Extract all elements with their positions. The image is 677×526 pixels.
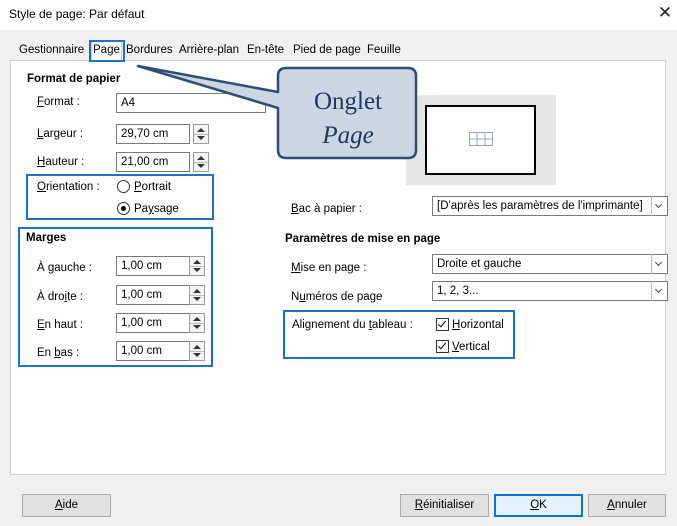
horizontal-checkbox[interactable] xyxy=(436,318,449,331)
margin-left-label: À gauche : xyxy=(37,262,93,274)
page-numbers-label: Numéros de page xyxy=(291,291,383,303)
callout-line1: Onglet xyxy=(313,88,383,115)
margin-bottom-label: En bas : xyxy=(37,347,80,359)
tab-gestionnaire[interactable]: Gestionnaire xyxy=(18,41,85,61)
margin-bottom-spinner[interactable] xyxy=(189,341,205,361)
tab-en-tete[interactable]: En-tête xyxy=(246,41,285,61)
landscape-radio[interactable] xyxy=(117,202,130,215)
paper-tray-select[interactable]: [D'après les paramètres de l'imprimante] xyxy=(432,196,668,216)
page-layout-label: Mise en page : xyxy=(291,262,367,274)
layout-settings-heading: Paramètres de mise en page xyxy=(285,233,441,245)
margins-heading: Marges xyxy=(26,232,67,244)
vertical-checkbox[interactable] xyxy=(436,340,449,353)
tab-feuille[interactable]: Feuille xyxy=(366,41,402,61)
margin-top-label: En haut : xyxy=(37,319,84,331)
paper-tray-label: Bac à papier : xyxy=(291,203,362,215)
tab-pied-de-page[interactable]: Pied de page xyxy=(292,41,362,61)
margin-top-input[interactable]: 1,00 cm xyxy=(116,313,190,333)
cancel-button[interactable]: Annuler xyxy=(588,494,666,517)
height-label: Hauteur : xyxy=(37,156,85,168)
paper-tray-dropdown-icon[interactable] xyxy=(651,196,667,216)
table-alignment-label: Alignement du tableau : xyxy=(292,319,413,331)
margin-left-input[interactable]: 1,00 cm xyxy=(116,256,190,276)
page-numbers-dropdown-icon[interactable] xyxy=(651,281,667,301)
help-button[interactable]: Aide xyxy=(22,494,111,517)
landscape-label[interactable]: Paysage xyxy=(134,203,179,215)
tab-arriere-plan[interactable]: Arrière-plan xyxy=(178,41,240,61)
page-numbers-select[interactable]: 1, 2, 3... xyxy=(432,281,668,301)
margin-right-label: À droite : xyxy=(37,291,84,303)
margin-left-spinner[interactable] xyxy=(189,256,205,276)
table-grid-icon xyxy=(469,132,493,146)
format-label: Format : xyxy=(37,96,80,108)
portrait-label[interactable]: Portrait xyxy=(134,181,171,193)
portrait-radio[interactable] xyxy=(117,180,130,193)
margin-bottom-input[interactable]: 1,00 cm xyxy=(116,341,190,361)
callout-line2: Page xyxy=(322,122,374,149)
horizontal-label[interactable]: Horizontal xyxy=(452,319,504,331)
page-tab-highlight xyxy=(89,40,125,62)
orientation-label: Orientation : xyxy=(37,181,100,193)
margin-right-input[interactable]: 1,00 cm xyxy=(116,285,190,305)
page-preview xyxy=(425,105,536,175)
tab-bordures[interactable]: Bordures xyxy=(125,41,174,61)
paper-format-heading: Format de papier xyxy=(27,73,121,85)
width-label: Largeur : xyxy=(37,128,84,140)
ok-button[interactable]: OK xyxy=(494,494,583,517)
margin-right-spinner[interactable] xyxy=(189,285,205,305)
callout-bubble xyxy=(136,64,418,160)
reset-button[interactable]: Réinitialiser xyxy=(400,494,489,517)
close-icon[interactable]: ✕ xyxy=(655,3,675,23)
page-layout-select[interactable]: Droite et gauche xyxy=(432,254,668,274)
vertical-label[interactable]: Vertical xyxy=(452,341,490,353)
window-title: Style de page: Par défaut xyxy=(9,7,145,21)
page-layout-dropdown-icon[interactable] xyxy=(651,254,667,274)
margin-top-spinner[interactable] xyxy=(189,313,205,333)
